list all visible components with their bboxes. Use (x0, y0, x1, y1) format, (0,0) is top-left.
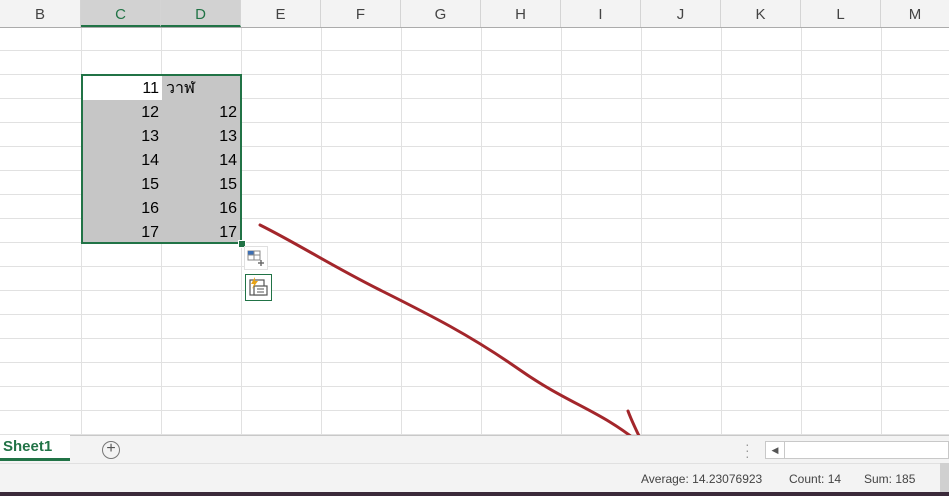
column-header-k[interactable]: K (721, 0, 801, 27)
gridline (401, 28, 402, 435)
scroll-left-icon[interactable]: ◀ (766, 442, 785, 458)
gridline (481, 28, 482, 435)
column-header-f[interactable]: F (321, 0, 401, 27)
column-header-c[interactable]: C (81, 0, 161, 27)
column-header-l[interactable]: L (801, 0, 881, 27)
taskbar-strip (0, 492, 949, 496)
column-header-row: B C D E F G H I J K L M (0, 0, 949, 28)
paste-options-button[interactable] (245, 274, 272, 301)
quick-analysis-icon (247, 250, 264, 266)
column-header-i[interactable]: I (561, 0, 641, 27)
sheet-tab-bar: Sheet1 + · · · ◀ (0, 435, 949, 463)
column-header-d[interactable]: D (161, 0, 241, 27)
column-header-m[interactable]: M (881, 0, 949, 27)
column-header-g[interactable]: G (401, 0, 481, 27)
sheet-tab-sheet1[interactable]: Sheet1 (0, 435, 70, 461)
tab-splitter-icon[interactable]: · · · (745, 437, 750, 463)
status-average[interactable]: Average: 14.23076923 (641, 472, 762, 486)
paste-options-icon (249, 277, 268, 296)
gridline (561, 28, 562, 435)
status-bar: Average: 14.23076923 Count: 14 Sum: 185 (0, 463, 949, 492)
gridline (721, 28, 722, 435)
column-header-h[interactable]: H (481, 0, 561, 27)
add-sheet-icon[interactable]: + (102, 441, 120, 459)
gridline (321, 28, 322, 435)
column-header-j[interactable]: J (641, 0, 721, 27)
column-header-b[interactable]: B (0, 0, 81, 27)
gridline (881, 28, 882, 435)
selection-border (81, 74, 242, 244)
gridline (801, 28, 802, 435)
gridline (641, 28, 642, 435)
status-bar-edge (940, 463, 949, 492)
status-count[interactable]: Count: 14 (789, 472, 841, 486)
status-sum[interactable]: Sum: 185 (864, 472, 915, 486)
column-header-e[interactable]: E (241, 0, 321, 27)
horizontal-scrollbar[interactable]: ◀ (765, 441, 949, 459)
quick-analysis-button[interactable] (244, 246, 268, 270)
